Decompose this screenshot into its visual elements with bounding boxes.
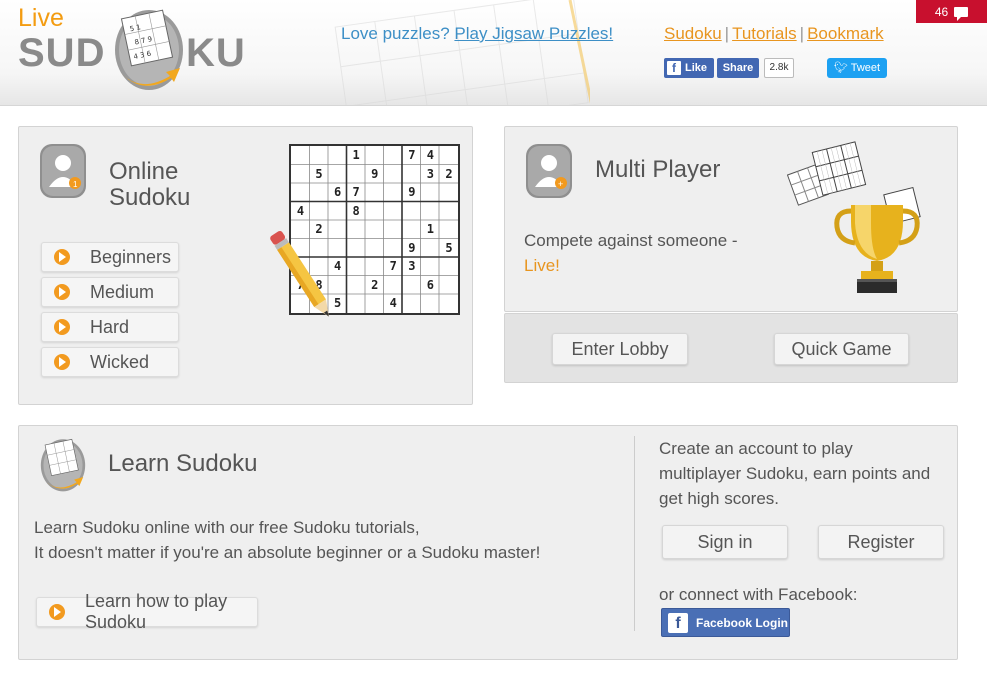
account-line2: multiplayer Sudoku, earn points and: [659, 464, 931, 483]
link-separator: |: [799, 24, 805, 43]
facebook-icon: f: [668, 612, 688, 633]
live-text: Live!: [524, 256, 560, 275]
grid-cell-digit: 9: [408, 240, 416, 255]
logo-emblem-icon: 5 1 8 7 9 4 3 6: [115, 9, 183, 90]
medium-button[interactable]: Medium: [41, 277, 179, 307]
grid-cell-digit: 1: [426, 222, 434, 237]
multiplayer-actions-bar: Enter Lobby Quick Game: [504, 313, 958, 383]
online-sudoku-title: Online Sudoku: [109, 159, 190, 211]
grid-cell-digit: 8: [352, 203, 360, 218]
learn-how-to-play-button[interactable]: Learn how to play Sudoku: [36, 591, 258, 632]
trophy-icon: [834, 187, 921, 293]
facebook-share-button[interactable]: Share: [717, 58, 759, 78]
grid-cell-digit: 6: [426, 277, 434, 292]
multiplayer-title: Multi Player: [595, 156, 721, 183]
medium-label: Medium: [90, 281, 155, 302]
grid-cell-digit: 9: [408, 185, 416, 200]
multiplayer-panel: + Multi Player Compete against someone -…: [504, 126, 958, 312]
grid-cell-digit: 4: [426, 148, 434, 162]
grid-cell-digit: 2: [445, 166, 453, 181]
facebook-login-label: Facebook Login: [696, 615, 789, 630]
multiplayer-desc-text: Compete against someone -: [524, 231, 738, 250]
grid-cell-digit: 7: [389, 259, 397, 274]
learn-desc-line2: It doesn't matter if you're an absolute …: [34, 543, 541, 562]
sudoku-link[interactable]: Sudoku: [664, 24, 722, 43]
site-header: Live SUD 5 1 8 7 9 4 3 6 KU Love puzzles…: [0, 0, 987, 106]
grid-cell-digit: 4: [389, 296, 397, 311]
register-button[interactable]: Register: [818, 525, 944, 559]
grid-cell-digit: 2: [371, 277, 379, 292]
grid-cell-digit: 5: [445, 240, 453, 255]
online-title-line1: Online: [109, 158, 179, 185]
facebook-like-button[interactable]: f Like: [664, 58, 714, 78]
multiplayer-avatar-icon: +: [526, 144, 572, 198]
comment-count-badge[interactable]: 46: [916, 0, 987, 23]
tweet-label: Tweet: [850, 62, 881, 74]
play-icon: [54, 319, 70, 335]
quick-game-button[interactable]: Quick Game: [774, 333, 909, 365]
account-line1: Create an account to play: [659, 439, 853, 458]
grid-cell-digit: 6: [333, 185, 342, 200]
multiplayer-description: Compete against someone - Live!: [524, 228, 738, 278]
beginners-button[interactable]: Beginners: [41, 242, 179, 272]
logo-sud-text: SUD: [18, 31, 106, 75]
online-title-line2: Sudoku: [109, 184, 191, 211]
enter-lobby-button[interactable]: Enter Lobby: [552, 333, 688, 365]
grid-cell-digit: 3: [426, 166, 434, 181]
logo-ku-text: KU: [186, 31, 246, 75]
bookmark-link[interactable]: Bookmark: [807, 24, 884, 43]
grid-cell-digit: 7: [408, 148, 416, 162]
wicked-button[interactable]: Wicked: [41, 347, 179, 377]
learn-desc-line1: Learn Sudoku online with our free Sudoku…: [34, 518, 420, 537]
pencil-icon: [270, 230, 329, 317]
play-icon: [54, 354, 70, 370]
grid-cell-digit: 4: [296, 203, 305, 218]
account-description: Create an account to play multiplayer Su…: [659, 436, 930, 511]
learn-sudoku-logo-icon: [40, 438, 86, 492]
learn-sudoku-title: Learn Sudoku: [108, 450, 258, 477]
learn-how-to-play-label: Learn how to play Sudoku: [85, 591, 228, 632]
comment-bubble-icon: [954, 6, 969, 21]
grid-cell-digit: 7: [352, 185, 360, 200]
tweet-button[interactable]: 🐦︎ Tweet: [827, 58, 887, 78]
hard-label: Hard: [90, 316, 130, 337]
facebook-login-button[interactable]: f Facebook Login: [661, 608, 790, 637]
play-icon: [54, 284, 70, 300]
twitter-bird-icon: 🐦︎: [833, 62, 848, 74]
jigsaw-puzzles-link[interactable]: Play Jigsaw Puzzles!: [454, 24, 613, 43]
account-line3: get high scores.: [659, 489, 780, 508]
tutorials-link[interactable]: Tutorials: [732, 24, 797, 43]
online-sudoku-panel: 1 Online Sudoku Beginners Medium Hard Wi…: [18, 126, 473, 405]
beginners-label: Beginners: [90, 246, 172, 267]
grid-cell-digit: 5: [315, 166, 323, 181]
comment-count: 46: [934, 4, 949, 19]
connect-facebook-text: or connect with Facebook:: [659, 585, 858, 604]
hard-button[interactable]: Hard: [41, 312, 179, 342]
logo-live-text: Live: [18, 4, 64, 32]
share-count: 2.8k: [764, 58, 794, 78]
facebook-icon: f: [667, 61, 681, 75]
promo-label: Love puzzles?: [341, 24, 450, 43]
link-separator: |: [724, 24, 730, 43]
site-logo[interactable]: Live SUD 5 1 8 7 9 4 3 6 KU: [18, 4, 248, 96]
play-icon: [54, 249, 70, 265]
sign-in-button[interactable]: Sign in: [662, 525, 788, 559]
promo-text: Love puzzles? Play Jigsaw Puzzles!: [341, 24, 613, 44]
single-player-avatar-icon: 1: [40, 144, 86, 198]
grid-cell-digit: 3: [408, 259, 416, 274]
learn-sudoku-panel: Learn Sudoku Learn Sudoku online with ou…: [18, 425, 958, 660]
play-icon: [49, 604, 65, 620]
grid-cell-digit: 1: [352, 148, 360, 162]
svg-text:+: +: [558, 179, 563, 189]
section-divider: [634, 436, 635, 631]
grid-cell-digit: 9: [371, 166, 379, 181]
top-links: Sudoku | Tutorials | Bookmark: [664, 24, 884, 44]
facebook-like-label: Like: [685, 62, 708, 74]
svg-text:1: 1: [73, 180, 78, 189]
learn-description: Learn Sudoku online with our free Sudoku…: [34, 515, 540, 565]
wicked-label: Wicked: [90, 351, 150, 372]
background-grid-decoration: [334, 0, 590, 105]
